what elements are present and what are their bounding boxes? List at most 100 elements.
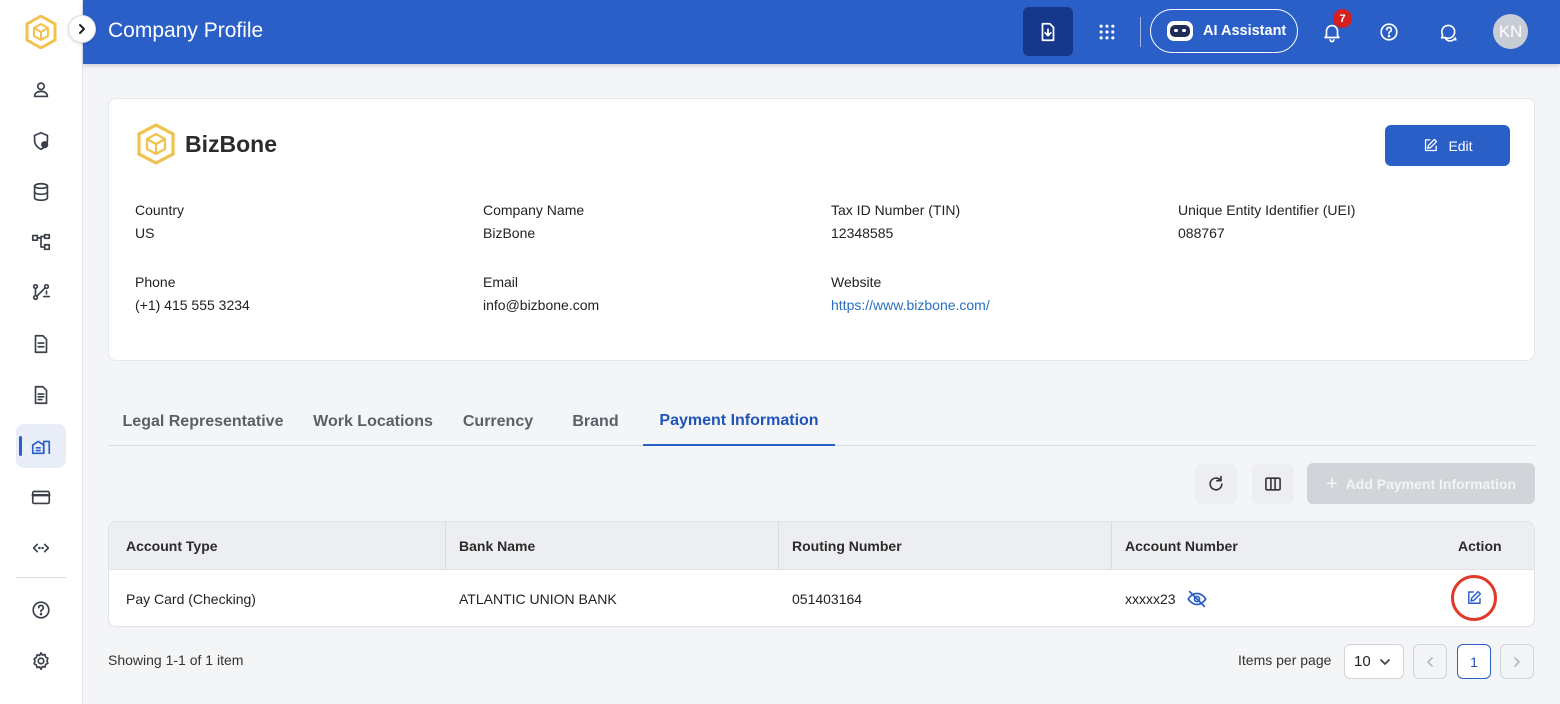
sidebar-item-files[interactable] <box>16 373 66 417</box>
table-header: Account Type Bank Name Routing Number Ac… <box>109 522 1534 570</box>
sidebar-item-documents[interactable] <box>16 322 66 366</box>
company-info-card: BizBone Edit Country US Company Name Biz… <box>108 98 1535 361</box>
chevron-right-icon <box>79 24 85 34</box>
column-separator <box>778 522 779 570</box>
tab-work-locations[interactable]: Work Locations <box>298 397 448 446</box>
edit-company-button[interactable]: Edit <box>1385 125 1510 166</box>
user-avatar[interactable]: KN <box>1493 14 1528 49</box>
file-icon <box>34 385 48 405</box>
settings-icon <box>33 651 49 671</box>
ai-assistant-button[interactable]: AI Assistant <box>1150 9 1298 53</box>
credit-card-icon <box>31 490 51 505</box>
help-button[interactable] <box>1375 18 1403 46</box>
edit-button-label: Edit <box>1448 137 1473 154</box>
items-per-page-value: 10 <box>1354 653 1371 670</box>
user-icon <box>33 82 49 98</box>
column-header-bank-name[interactable]: Bank Name <box>459 522 535 570</box>
page-button-current[interactable]: 1 <box>1457 644 1491 679</box>
sidebar-item-settings[interactable] <box>16 639 66 683</box>
workflow-icon <box>32 283 51 301</box>
field-country: Country US <box>135 201 184 242</box>
payment-information-table: Account Type Bank Name Routing Number Ac… <box>108 521 1535 627</box>
account-number-value: xxxxx23 <box>1125 590 1176 607</box>
field-value: 12348585 <box>831 225 894 241</box>
field-company-name: Company Name BizBone <box>483 201 584 242</box>
column-header-account-type[interactable]: Account Type <box>126 522 218 570</box>
edit-icon <box>1468 590 1482 604</box>
previous-page-button[interactable] <box>1413 644 1447 679</box>
company-icon <box>31 440 51 455</box>
company-name-heading: BizBone <box>185 131 277 157</box>
sidebar-item-workflow[interactable] <box>16 270 66 314</box>
field-value: info@bizbone.com <box>483 297 600 313</box>
integration-icon <box>32 543 50 553</box>
sidebar-item-security[interactable] <box>16 119 66 163</box>
header-divider <box>1140 17 1141 47</box>
ai-assistant-label: AI Assistant <box>1203 23 1287 39</box>
field-website: Website https://www.bizbone.com/ <box>831 273 990 314</box>
sidebar <box>0 0 83 704</box>
field-label: Company Name <box>483 202 585 218</box>
edit-row-button[interactable] <box>1451 575 1497 621</box>
column-header-action: Action <box>1458 538 1502 554</box>
pagination-summary: Showing 1-1 of 1 item <box>108 652 244 668</box>
toggle-visibility-button[interactable] <box>1186 588 1208 610</box>
document-icon <box>34 334 48 354</box>
sidebar-item-user[interactable] <box>16 68 66 112</box>
plus-icon: + <box>1325 472 1338 495</box>
sidebar-item-help[interactable] <box>16 588 66 632</box>
field-label: Unique Entity Identifier (UEI) <box>1178 202 1356 218</box>
next-page-button[interactable] <box>1500 644 1534 679</box>
sidebar-item-company[interactable] <box>16 424 66 468</box>
field-label: Phone <box>135 274 176 290</box>
sidebar-item-integrations[interactable] <box>16 526 66 570</box>
field-email: Email info@bizbone.com <box>483 273 599 314</box>
items-per-page-select[interactable]: 10 <box>1344 644 1404 679</box>
sidebar-divider <box>16 577 66 578</box>
hierarchy-icon <box>31 233 51 251</box>
column-header-account-number[interactable]: Account Number <box>1125 522 1238 570</box>
tab-brand[interactable]: Brand <box>548 397 643 446</box>
tab-legal-representative[interactable]: Legal Representative <box>108 397 298 446</box>
eye-off-icon <box>1186 590 1207 607</box>
company-logo <box>136 123 176 165</box>
refresh-icon <box>1209 475 1223 491</box>
field-value: (+1) 415 555 3234 <box>135 297 250 313</box>
columns-icon <box>1265 477 1281 491</box>
shield-icon <box>33 131 49 151</box>
field-label: Country <box>135 202 185 218</box>
cell-bank-name: ATLANTIC UNION BANK <box>459 590 617 607</box>
export-button[interactable] <box>1023 7 1073 56</box>
field-tin: Tax ID Number (TIN) 12348585 <box>831 201 960 242</box>
add-payment-information-button[interactable]: + Add Payment Information <box>1307 463 1535 504</box>
column-header-routing-number[interactable]: Routing Number <box>792 522 902 570</box>
sidebar-item-billing[interactable] <box>16 475 66 519</box>
chat-button[interactable] <box>1434 18 1462 46</box>
sidebar-item-hierarchy[interactable] <box>16 220 66 264</box>
chevron-down-icon <box>1379 658 1390 665</box>
robot-icon <box>1167 21 1193 41</box>
tab-currency[interactable]: Currency <box>448 397 548 446</box>
columns-button[interactable] <box>1252 464 1294 504</box>
tab-payment-information[interactable]: Payment Information <box>643 397 835 446</box>
website-link[interactable]: https://www.bizbone.com/ <box>831 296 990 314</box>
column-separator <box>1111 522 1112 570</box>
field-label: Email <box>483 274 519 290</box>
help-circle-icon <box>1380 23 1398 41</box>
apps-grid-button[interactable] <box>1093 18 1121 46</box>
field-phone: Phone (+1) 415 555 3234 <box>135 273 250 314</box>
cell-routing-number: 051403164 <box>792 590 863 607</box>
field-label: Tax ID Number (TIN) <box>831 202 961 218</box>
field-value: US <box>135 225 155 241</box>
grid-icon <box>1099 24 1115 40</box>
sidebar-item-data[interactable] <box>16 170 66 214</box>
refresh-button[interactable] <box>1195 464 1237 504</box>
chevron-right-icon <box>1514 656 1520 667</box>
app-logo[interactable] <box>25 14 57 50</box>
chat-icon <box>1440 24 1457 42</box>
column-separator <box>445 522 446 570</box>
sidebar-expand-button[interactable] <box>68 15 96 43</box>
database-icon <box>33 182 49 202</box>
add-button-label: Add Payment Information <box>1345 475 1517 492</box>
top-header: Company Profile AI Assistant 7 KN <box>83 0 1560 64</box>
